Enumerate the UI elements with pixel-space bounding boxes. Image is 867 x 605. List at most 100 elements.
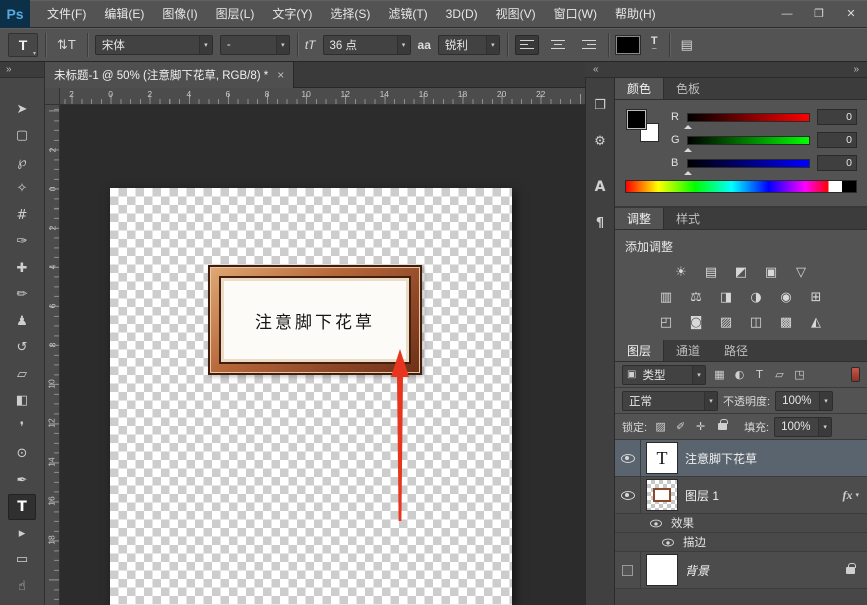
panel-icon[interactable]: ❐ <box>588 94 612 116</box>
menu-item[interactable]: 窗口(W) <box>545 0 606 28</box>
text-orientation-button[interactable]: ⇅T <box>53 35 80 55</box>
layer-effects-badge[interactable]: fx ▾ <box>842 488 867 503</box>
adjustment-icon[interactable]: ⚖ <box>684 287 709 308</box>
channel-value-field[interactable]: 0 <box>817 132 857 148</box>
menu-item[interactable]: 文件(F) <box>38 0 95 28</box>
tool-button[interactable]: ✧ <box>7 176 37 203</box>
tab-adjustments[interactable]: 调整 <box>615 208 664 229</box>
panel-icon[interactable]: A <box>588 176 612 198</box>
adjustment-icon[interactable]: ◉ <box>774 287 799 308</box>
adjustment-icon[interactable]: ◫ <box>744 312 769 333</box>
align-right-button[interactable] <box>577 35 601 55</box>
lock-all-icon[interactable] <box>714 418 731 435</box>
visibility-toggle[interactable] <box>615 440 641 476</box>
tool-button[interactable]: ✏ <box>7 282 37 309</box>
adjustment-icon[interactable]: ▩ <box>774 312 799 333</box>
tool-button[interactable]: ☝ <box>7 573 37 600</box>
tool-button[interactable]: ▱ <box>7 361 37 388</box>
layer-filter-icon[interactable]: ◐ <box>731 366 748 383</box>
tool-preset-button[interactable]: T ▾ <box>8 33 38 57</box>
fill-select[interactable]: 100% ▾ <box>774 417 832 437</box>
adjustment-icon[interactable]: ⊞ <box>804 287 829 308</box>
tab-swatches[interactable]: 色板 <box>664 78 712 99</box>
visibility-toggle[interactable] <box>615 552 641 588</box>
layer-filter-icon[interactable]: ◳ <box>791 366 808 383</box>
tab-layers[interactable]: 图层 <box>615 340 664 361</box>
toggle-panels-button[interactable]: ▤ <box>677 35 697 55</box>
layer-filter-icon[interactable]: ▦ <box>711 366 728 383</box>
filtering-toggle[interactable] <box>851 367 860 382</box>
expand-panels-icon[interactable]: « <box>593 65 599 75</box>
anti-alias-select[interactable]: 锐利 ▾ <box>438 35 500 55</box>
channel-slider[interactable] <box>687 113 810 122</box>
warp-text-button[interactable]: T ⌣ <box>647 36 662 54</box>
tool-button[interactable]: ⊙ <box>7 441 37 468</box>
slider-thumb-icon[interactable] <box>684 121 692 129</box>
menu-item[interactable]: 视图(V) <box>487 0 545 28</box>
menu-item[interactable]: 编辑(E) <box>95 0 153 28</box>
color-spectrum-ramp[interactable] <box>625 180 857 193</box>
menu-item[interactable]: 选择(S) <box>321 0 379 28</box>
tool-button[interactable]: # <box>7 202 37 229</box>
tool-button[interactable]: ℘ <box>7 149 37 176</box>
tab-styles[interactable]: 样式 <box>664 208 712 229</box>
adjustment-icon[interactable]: ▥ <box>654 287 679 308</box>
menu-item[interactable]: 滤镜(T) <box>379 0 436 28</box>
tab-color[interactable]: 颜色 <box>615 78 664 99</box>
tab-channels[interactable]: 通道 <box>664 340 712 361</box>
adjustment-icon[interactable]: ◩ <box>729 262 754 283</box>
tool-button[interactable]: ❜ <box>7 414 37 441</box>
layer-filter-icon[interactable]: T <box>751 366 768 383</box>
adjustment-icon[interactable]: ◨ <box>714 287 739 308</box>
adjustment-icon[interactable]: ▤ <box>699 262 724 283</box>
channel-slider[interactable] <box>687 159 810 168</box>
tool-button[interactable]: ▢ <box>7 123 37 150</box>
adjustment-icon[interactable]: ▨ <box>714 312 739 333</box>
tool-button[interactable]: T <box>8 494 36 521</box>
adjustment-icon[interactable]: ▽ <box>789 262 814 283</box>
adjustment-icon[interactable]: ◙ <box>684 312 709 333</box>
filter-type-select[interactable]: ▣ 类型 ▾ <box>622 365 706 385</box>
eye-icon[interactable] <box>662 538 674 546</box>
tab-paths[interactable]: 路径 <box>712 340 760 361</box>
eye-icon[interactable] <box>650 519 662 527</box>
opacity-select[interactable]: 100% ▾ <box>775 391 833 411</box>
layer-row-text[interactable]: T 注意脚下花草 <box>615 440 867 477</box>
tool-button[interactable]: ↺ <box>7 335 37 362</box>
background-layer-thumbnail[interactable] <box>647 555 677 585</box>
visibility-checkbox[interactable] <box>622 565 633 576</box>
font-size-select[interactable]: 36 点 ▾ <box>323 35 411 55</box>
tool-button[interactable]: ✒ <box>7 467 37 494</box>
layer-filter-icon[interactable]: ▱ <box>771 366 788 383</box>
canvas-area[interactable]: 注意脚下花草 <box>60 105 585 605</box>
close-tab-icon[interactable]: × <box>277 69 284 81</box>
panel-icon[interactable]: ¶ <box>588 212 612 234</box>
minimize-button[interactable]: — <box>771 0 803 28</box>
menu-item[interactable]: 帮助(H) <box>606 0 665 28</box>
document-transparent-canvas[interactable]: 注意脚下花草 <box>110 188 512 605</box>
tool-button[interactable]: ♟ <box>7 308 37 335</box>
layer-row-frame[interactable]: 图层 1 fx ▾ <box>615 477 867 514</box>
slider-thumb-icon[interactable] <box>684 144 692 152</box>
adjustment-icon[interactable]: ☀ <box>669 262 694 283</box>
document-tab[interactable]: 未标题-1 @ 50% (注意脚下花草, RGB/8) * × <box>45 62 294 88</box>
collapse-panels-icon[interactable]: » <box>853 65 859 75</box>
effects-row[interactable]: 效果 <box>615 514 867 533</box>
lock-option-icon[interactable]: ▨ <box>652 418 669 435</box>
foreground-background-swatches[interactable] <box>625 108 661 144</box>
tool-button[interactable]: ▸ <box>7 520 37 547</box>
tool-button[interactable]: ◧ <box>7 388 37 415</box>
tool-button[interactable]: ➤ <box>7 96 37 123</box>
tool-button[interactable]: ✑ <box>7 229 37 256</box>
layer-row-background[interactable]: 背景 <box>615 552 867 589</box>
restore-button[interactable]: ❐ <box>803 0 835 28</box>
layer-thumbnail[interactable] <box>647 480 677 510</box>
channel-value-field[interactable]: 0 <box>817 109 857 125</box>
menu-item[interactable]: 图层(L) <box>207 0 264 28</box>
menu-item[interactable]: 图像(I) <box>153 0 206 28</box>
menu-item[interactable]: 3D(D) <box>437 0 487 28</box>
font-style-select[interactable]: - ▾ <box>220 35 290 55</box>
adjustment-icon[interactable]: ◭ <box>804 312 829 333</box>
tool-button[interactable]: ▭ <box>7 547 37 574</box>
lock-option-icon[interactable]: ✐ <box>672 418 689 435</box>
